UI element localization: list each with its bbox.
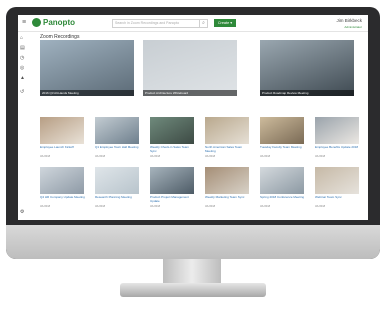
user-role: Administrator: [344, 25, 362, 29]
video-date: 3/1/2018: [95, 155, 106, 158]
video-date: 3/1/2018: [205, 155, 216, 158]
video-title[interactable]: Webinar Team Sync: [315, 196, 361, 200]
video-date: 3/1/2018: [40, 205, 51, 208]
history-icon[interactable]: ↺: [20, 90, 24, 95]
video-thumbnail[interactable]: [95, 167, 139, 194]
featured-video-caption: Product Roadmap Review Meeting: [260, 90, 354, 96]
screen: ≡ Panopto Search in Zoom Recordings and …: [18, 15, 368, 220]
video-title[interactable]: Employee Benefits Update 2018: [315, 146, 361, 150]
top-bar: ≡ Panopto Search in Zoom Recordings and …: [18, 15, 368, 32]
featured-video[interactable]: 2016 Q3 All-Hands Meeting: [40, 40, 134, 96]
video-date: 3/1/2018: [205, 205, 216, 208]
video-title[interactable]: Q1 Employee Town Hall Meeting: [95, 146, 141, 150]
video-title[interactable]: North American Sales Team Meeting: [205, 146, 251, 153]
video-date: 3/1/2018: [40, 155, 51, 158]
video-title[interactable]: Spring 2018 Conference Meeting: [260, 196, 306, 200]
video-thumbnail[interactable]: [205, 167, 249, 194]
settings-icon[interactable]: ⚙: [20, 210, 24, 215]
video-title[interactable]: Tuesday Faculty Team Meeting: [260, 146, 306, 150]
video-date: 3/1/2018: [260, 155, 271, 158]
clock-icon[interactable]: ◷: [20, 56, 24, 61]
search-icon[interactable]: ⌕: [199, 19, 208, 28]
featured-video[interactable]: Product Architecture Whiteboard: [143, 40, 237, 96]
user-name[interactable]: Jim Birkbeck: [336, 18, 362, 23]
video-thumbnail[interactable]: [150, 117, 194, 144]
video-thumbnail[interactable]: [40, 167, 84, 194]
featured-video-caption: Product Architecture Whiteboard: [143, 90, 237, 96]
home-icon[interactable]: ⌂: [20, 36, 23, 41]
video-title[interactable]: Weekly Check-in Sales Team Sync: [150, 146, 196, 153]
video-title[interactable]: Q4 HR Company Update Meeting: [40, 196, 86, 200]
video-date: 3/1/2018: [315, 155, 326, 158]
video-title[interactable]: Product Project Management Update: [150, 196, 196, 203]
video-title[interactable]: Research Planning Meeting: [95, 196, 141, 200]
video-thumbnail[interactable]: [315, 167, 359, 194]
video-thumbnail[interactable]: [205, 117, 249, 144]
create-button[interactable]: Create ▾: [214, 19, 236, 27]
featured-video-caption: 2016 Q3 All-Hands Meeting: [40, 90, 134, 96]
video-thumbnail[interactable]: [40, 117, 84, 144]
sidebar: ⌂ ▤ ◷ ◎ ▲ ↺ ⚙: [18, 32, 27, 220]
folder-icon[interactable]: ▤: [20, 46, 25, 51]
video-title[interactable]: Weekly Marketing Team Sync: [205, 196, 251, 200]
monitor-chin: [6, 225, 380, 259]
search-input[interactable]: Search in Zoom Recordings and Panopto: [112, 19, 200, 28]
video-thumbnail[interactable]: [315, 117, 359, 144]
video-date: 3/1/2018: [150, 155, 161, 158]
video-date: 3/1/2018: [150, 205, 161, 208]
shared-icon[interactable]: ▲: [20, 76, 25, 81]
menu-icon[interactable]: ≡: [22, 19, 26, 26]
video-date: 3/1/2018: [260, 205, 271, 208]
logo[interactable]: Panopto: [43, 18, 75, 27]
globe-icon[interactable]: ◎: [20, 66, 24, 71]
video-thumbnail[interactable]: [260, 167, 304, 194]
logo-icon: [32, 18, 41, 27]
video-date: 3/1/2018: [95, 205, 106, 208]
featured-video[interactable]: Product Roadmap Review Meeting: [260, 40, 354, 96]
video-thumbnail[interactable]: [150, 167, 194, 194]
video-thumbnail[interactable]: [260, 117, 304, 144]
monitor-stand-base: [120, 283, 266, 297]
monitor-stand-neck: [163, 259, 221, 285]
video-date: 3/1/2018: [315, 205, 326, 208]
video-thumbnail[interactable]: [95, 117, 139, 144]
video-title[interactable]: Employee Launch Kickoff: [40, 146, 86, 150]
